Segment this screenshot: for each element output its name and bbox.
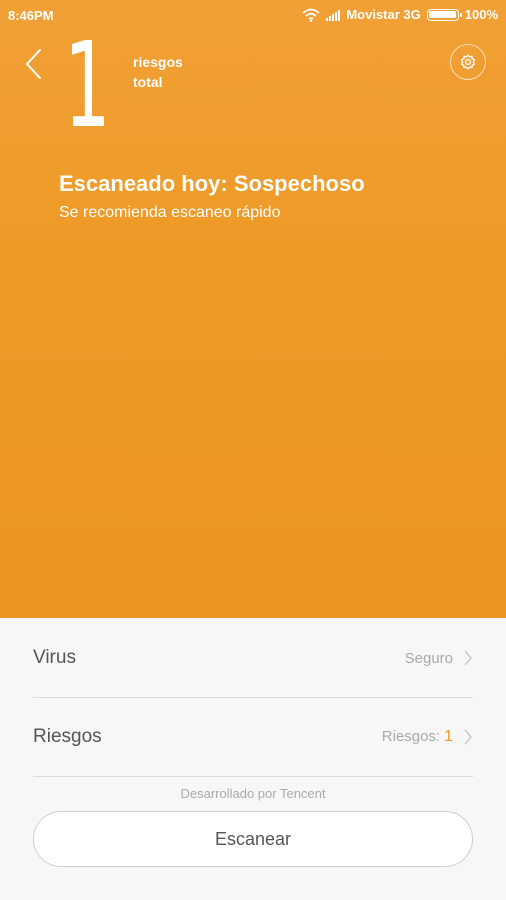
status-icons: Movistar 3G 100% (302, 7, 498, 22)
scan-status-title: Escaneado hoy: Sospechoso (59, 171, 365, 196)
risk-label-line2: total (133, 74, 163, 90)
virus-value: Seguro (404, 649, 453, 667)
settings-button[interactable] (450, 44, 486, 80)
scan-summary-panel: 8:46PM Movistar 3G 100% 1 riesgos total (0, 0, 506, 618)
virus-status: Seguro (405, 649, 473, 667)
battery-percent: 100% (464, 7, 498, 22)
signal-icon (326, 9, 341, 21)
riesgos-label: Riesgos (33, 726, 102, 747)
chevron-right-icon (464, 729, 472, 745)
virus-label: Virus (33, 647, 76, 668)
riesgos-value: Riesgos: 1 (382, 728, 453, 746)
clock: 8:46PM (8, 8, 54, 23)
developer-credit: Desarrollado por Tencent (180, 786, 326, 801)
carrier-name: Movistar 3G (346, 7, 421, 22)
riesgos-status: Riesgos: 1 (382, 728, 473, 746)
risk-count: 1 (64, 16, 111, 154)
riesgos-value-count: 1 (444, 728, 453, 745)
scan-button[interactable]: Escanear (33, 811, 473, 867)
gear-icon (460, 54, 476, 70)
risk-label-line1: riesgos (133, 54, 183, 70)
riesgos-value-prefix: Riesgos: (381, 728, 441, 745)
wifi-icon (302, 8, 320, 22)
chevron-left-icon (26, 49, 41, 79)
list-item-virus[interactable]: Virus Seguro (33, 619, 473, 698)
list-item-riesgos[interactable]: Riesgos Riesgos: 1 (33, 698, 473, 777)
scan-status-subtitle: Se recomienda escaneo rápido (59, 204, 281, 221)
risk-count-label: riesgos total (133, 52, 183, 92)
chevron-right-icon (464, 650, 472, 666)
battery-icon (426, 8, 462, 21)
back-button[interactable] (20, 44, 48, 84)
